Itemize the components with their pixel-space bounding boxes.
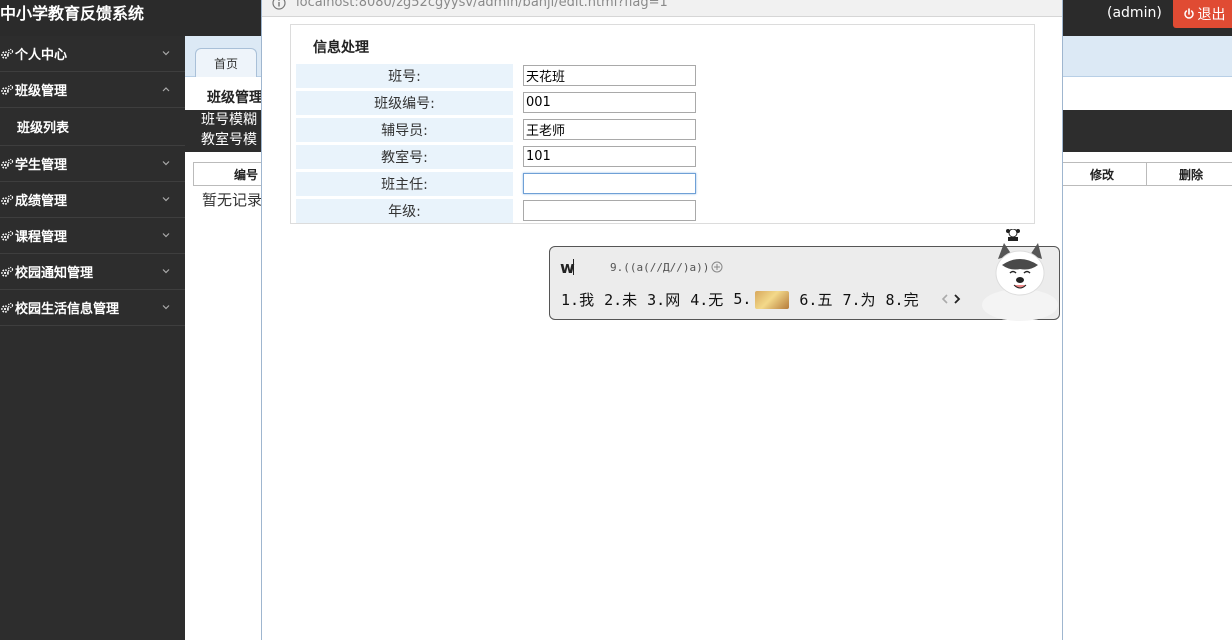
logout-button[interactable]: 退出 [1173,0,1232,28]
ime-candidate-text: 无 [708,291,724,309]
ime-emoticon-candidate[interactable]: 9.((a(//Д//)a)) [610,261,709,274]
sidebar-item-6[interactable]: 校园生活信息管理 [0,290,185,326]
sidebar-item-label: 成绩管理 [15,194,68,209]
form-label: 教室号: [296,145,513,169]
ime-candidate-3[interactable]: 3.网 [647,289,680,310]
ime-candidate-index: 8. [885,291,904,309]
sidebar-subitem-1-0[interactable]: 班级列表 [0,108,185,146]
sidebar-item-label: 校园通知管理 [15,266,94,281]
edit-modal: localhost:8080/zg52cgyysv/admin/banji/ed… [261,0,1063,640]
gear-icon [1,158,14,169]
gear-icon [1,84,14,95]
gear-icon [1,48,14,59]
column-header-delete: 删除 [1146,162,1232,186]
section-title: 班级管理 [207,90,263,106]
form-label: 班级编号: [296,91,513,115]
sidebar-item-4[interactable]: 课程管理 [0,218,185,254]
form-row-2: 辅导员: [296,118,1026,142]
ime-candidate-1[interactable]: 1.我 [561,289,594,310]
ime-candidate-2[interactable]: 2.未 [604,289,637,310]
form-input-3[interactable] [523,146,696,167]
form-row-5: 年级: [296,199,1026,223]
tab-home[interactable]: 首页 [195,48,257,77]
sidebar-item-label: 学生管理 [15,158,68,173]
ime-candidate-6[interactable]: 6.五 [799,289,832,310]
ime-candidate-4[interactable]: 4.无 [690,289,723,310]
chevron-up-icon [162,87,170,92]
ime-candidate-index: 1. [561,291,580,309]
gear-icon [1,230,14,241]
sidebar-item-label: 个人中心 [15,48,68,63]
plus-circle-icon[interactable] [711,261,723,273]
ime-candidate-window: w 9.((a(//Д//)a)) 1.我 2.未 3.网 4.无 5. 6.五 7.为 8.… [549,229,1060,321]
ime-candidate-list: 1.我 2.未 3.网 4.无 5. 6.五 7.为 8.完 [561,289,929,310]
sidebar-item-5[interactable]: 校园通知管理 [0,254,185,290]
form-heading: 信息处理 [313,40,369,56]
husky-mascot-icon [982,229,1058,321]
chevron-down-icon [162,233,170,238]
ime-candidate-index: 2. [604,291,623,309]
gear-icon [1,194,14,205]
sidebar: 个人中心班级管理班级列表学生管理成绩管理课程管理校园通知管理校园生活信息管理 [0,36,185,640]
gear-icon [1,302,14,313]
search-label-class-number: 班号模糊 [201,112,257,128]
ime-candidate-text: 网 [665,291,681,309]
logout-label: 退出 [1197,7,1226,23]
ime-candidate-index: 3. [647,291,666,309]
chevron-down-icon [162,51,170,56]
sticker-image-icon [755,290,790,309]
form-input-2[interactable] [523,119,696,140]
empty-records-text: 暂无记录 [202,191,263,209]
ime-candidate-text: 为 [860,291,876,309]
ime-candidate-text: 未 [622,291,638,309]
form-row-3: 教室号: [296,145,1026,169]
modal-url-bar: localhost:8080/zg52cgyysv/admin/banji/ed… [262,0,1062,17]
ime-candidate-index: 6. [799,291,818,309]
ime-candidate-text: 我 [579,291,595,309]
ime-caret [573,259,574,275]
search-label-classroom-number: 教室号模 [201,132,257,148]
ime-candidate-8[interactable]: 8.完 [886,289,919,310]
form-input-4[interactable] [523,173,696,194]
info-icon [272,0,286,10]
ime-page-arrows-icon[interactable] [940,292,964,306]
form-row-4: 班主任: [296,172,1026,196]
ime-candidate-7[interactable]: 7.为 [842,289,875,310]
sidebar-item-label: 班级管理 [15,84,68,99]
form-label: 班主任: [296,172,513,196]
ime-candidate-index: 7. [842,291,861,309]
chevron-down-icon [162,269,170,274]
column-header-edit: 修改 [1057,162,1147,186]
current-user: (admin) [1107,5,1162,21]
ime-candidate-text: 完 [903,291,919,309]
form-input-0[interactable] [523,65,696,86]
sidebar-item-0[interactable]: 个人中心 [0,36,185,72]
sidebar-item-label: 课程管理 [15,230,68,245]
sidebar-item-label: 校园生活信息管理 [15,302,120,317]
ime-candidate-5[interactable]: 5. [733,290,790,309]
chevron-down-icon [162,161,170,166]
modal-url: localhost:8080/zg52cgyysv/admin/banji/ed… [296,0,668,10]
form-label: 年级: [296,199,513,223]
form-row-1: 班级编号: [296,91,1026,115]
sidebar-item-3[interactable]: 成绩管理 [0,182,185,218]
power-icon [1183,8,1194,19]
ime-candidate-text: 五 [817,291,833,309]
ime-candidate-index: 4. [690,291,709,309]
app-title: 中小学教育反馈系统 [0,4,145,23]
chevron-down-icon [162,197,170,202]
form-input-5[interactable] [523,200,696,221]
chevron-down-icon [162,305,170,310]
gear-icon [1,266,14,277]
form-label: 辅导员: [296,118,513,142]
ime-candidate-index: 5. [733,290,752,309]
form-row-0: 班号: [296,64,1026,88]
form-label: 班号: [296,64,513,88]
form-input-1[interactable] [523,92,696,113]
form-panel: 信息处理 班号: 班级编号: 辅导员: 教室号: 班主任: 年级: [290,24,1035,224]
sidebar-item-1[interactable]: 班级管理 [0,72,185,108]
sidebar-item-2[interactable]: 学生管理 [0,146,185,182]
